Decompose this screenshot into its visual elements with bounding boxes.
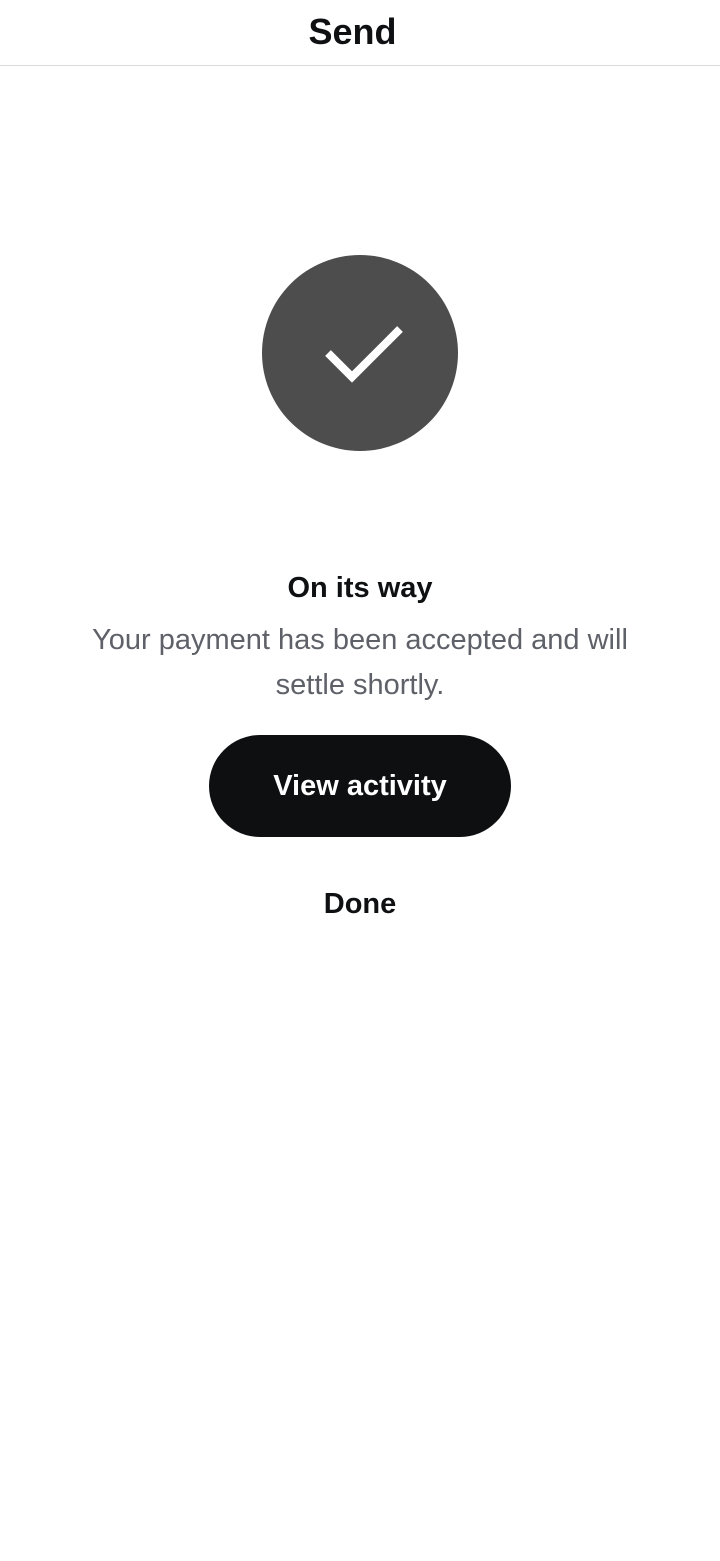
page-title: Send <box>308 11 397 52</box>
view-activity-button[interactable]: View activity <box>209 735 511 837</box>
checkmark-icon <box>325 326 403 383</box>
status-title: On its way <box>287 572 433 604</box>
success-badge <box>262 255 458 451</box>
done-button[interactable]: Done <box>260 880 460 928</box>
status-message: Your payment has been accepted and will … <box>92 624 628 701</box>
top-bar: Send <box>0 0 720 66</box>
